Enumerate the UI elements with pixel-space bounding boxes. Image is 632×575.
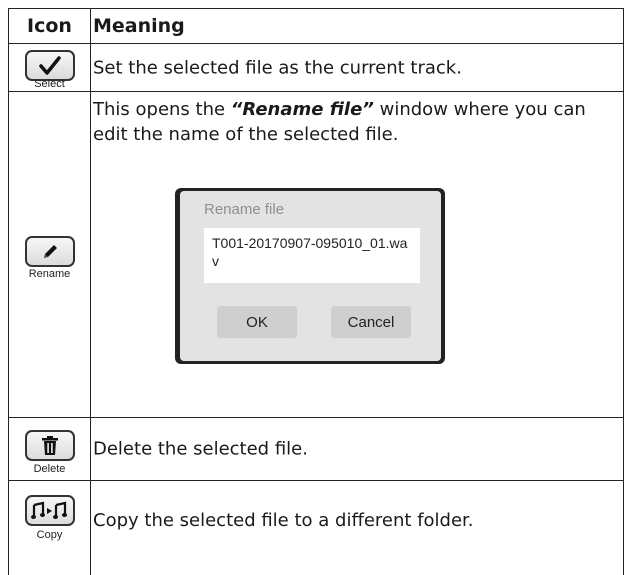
copy-label: Copy: [36, 529, 63, 541]
music-copy-icon: [30, 501, 67, 519]
header-icon: Icon: [27, 15, 72, 37]
meaning-text: Set the selected file as the current tra…: [93, 57, 462, 78]
filename-input[interactable]: T001-20170907-095010_01.wav: [204, 228, 420, 283]
delete-button[interactable]: [24, 430, 75, 461]
delete-label: Delete: [33, 463, 66, 475]
header-meaning: Meaning: [93, 15, 185, 37]
header-meaning-cell: Meaning: [93, 9, 619, 43]
select-label: Select: [34, 78, 65, 90]
meaning-cell: Set the selected file as the current tra…: [93, 44, 619, 91]
checkmark-icon: [38, 55, 61, 75]
meaning-text-start: This opens the: [93, 99, 231, 120]
pencil-icon: [43, 244, 57, 258]
table-row: Copy Copy the selected file to a differe…: [9, 481, 623, 575]
rename-dialog: Rename file T001-20170907-095010_01.wav …: [180, 191, 441, 361]
table-row: Select Set the selected file as the curr…: [9, 44, 623, 92]
table-header-row: Icon Meaning: [9, 9, 623, 44]
header-icon-cell: Icon: [9, 9, 91, 43]
trash-icon: [41, 435, 58, 455]
dialog-title: Rename file: [204, 201, 285, 218]
icon-cell: Copy: [9, 481, 91, 575]
meaning-emphasis: “Rename file”: [230, 99, 374, 120]
select-button[interactable]: [24, 50, 75, 81]
table-row: Delete Delete the selected file.: [9, 418, 623, 481]
cancel-button[interactable]: Cancel: [331, 306, 411, 338]
icon-cell: Delete: [9, 418, 91, 480]
meaning-cell: Copy the selected file to a different fo…: [93, 481, 619, 575]
icon-cell: Rename: [9, 92, 91, 417]
meaning-text: Copy the selected file to a different fo…: [93, 510, 474, 531]
icon-cell: Select: [9, 44, 91, 91]
copy-button[interactable]: [24, 495, 75, 526]
meaning-cell: Delete the selected file.: [93, 418, 619, 480]
rename-button[interactable]: [24, 236, 75, 267]
meaning-text: This opens the “Rename file” window wher…: [93, 97, 623, 147]
ok-button[interactable]: OK: [217, 306, 297, 338]
meaning-text: Delete the selected file.: [93, 438, 308, 460]
rename-label: Rename: [28, 268, 71, 280]
